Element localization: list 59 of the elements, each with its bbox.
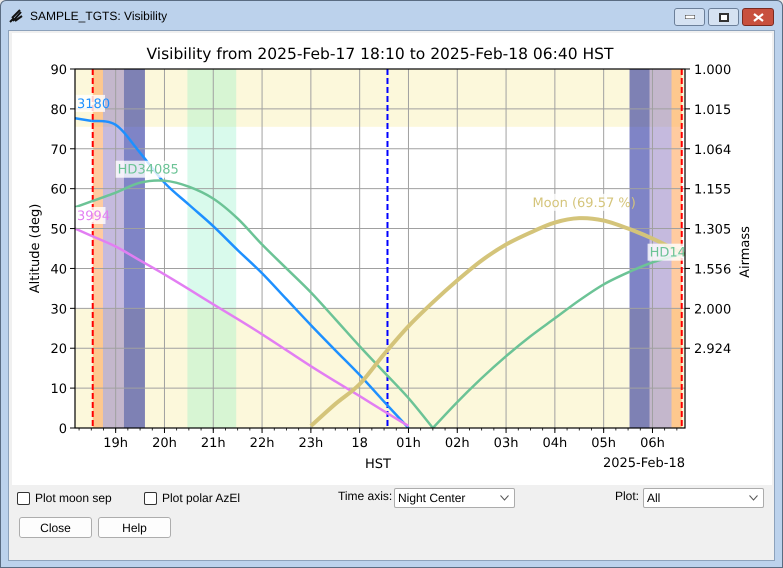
- axis-tick-label: 04h: [542, 436, 568, 451]
- series-label: 3180: [75, 94, 110, 112]
- time-axis-dropdown[interactable]: Night Center: [394, 488, 515, 508]
- restore-icon: [718, 12, 728, 22]
- maximize-button[interactable]: [708, 8, 739, 26]
- axis-tick-label: 23h: [298, 436, 324, 451]
- axis-tick-label: 01h: [396, 436, 421, 451]
- axis-tick-label: 80: [50, 102, 67, 118]
- axis-tick-label: 1.556: [694, 262, 732, 278]
- series-label: HD34085: [116, 160, 179, 178]
- minimize-icon: [684, 15, 694, 19]
- chevron-down-icon: [749, 495, 758, 501]
- axis-tick-label: 20h: [152, 436, 177, 451]
- axis-title: Airmass: [738, 226, 753, 278]
- axis-tick-label: 0: [58, 422, 67, 437]
- dropdown-label: Plot:: [615, 488, 640, 505]
- dropdown-label: Time axis:: [338, 488, 394, 505]
- chart-title: Visibility from 2025-Feb-17 18:10 to 2025-Feb-18 06:40 HST: [146, 45, 614, 63]
- checkbox[interactable]: [144, 492, 157, 504]
- close-icon: [752, 12, 764, 22]
- axis-tick-label: 19h: [103, 436, 128, 451]
- axis-tick-label: 21h: [200, 436, 226, 451]
- axis-tick-label: 30: [50, 302, 67, 318]
- axis-tick-label: 18: [351, 436, 368, 451]
- checkbox-label: Plot moon sep: [35, 490, 112, 507]
- axis-tick-label: 2.924: [694, 342, 732, 358]
- axis-tick-label: 10: [50, 382, 67, 398]
- axis-tick-label: 1.305: [694, 222, 732, 238]
- axis-tick-label: 1.000: [694, 63, 732, 78]
- dialog-button[interactable]: Help: [98, 517, 171, 538]
- checkbox-label: Plot polar AzEl: [162, 490, 240, 507]
- axis-title: HST: [365, 457, 391, 472]
- dialog-button[interactable]: Close: [19, 517, 92, 538]
- axis-tick-label: 06h: [640, 436, 665, 451]
- axis-tick-label: 1.155: [694, 182, 732, 198]
- axis-tick-label: 1.064: [694, 142, 732, 158]
- axis-title: Altitude (deg): [28, 204, 43, 294]
- axis-tick-label: 50: [50, 222, 67, 238]
- axis-tick-label: 22h: [250, 436, 274, 451]
- axis-tick-label: 02h: [444, 436, 470, 451]
- app-icon: [8, 8, 24, 24]
- axis-tick-label: 40: [50, 262, 67, 278]
- axis-tick-label: 03h: [494, 436, 518, 451]
- checkbox[interactable]: [17, 492, 30, 504]
- chevron-down-icon: [500, 495, 509, 501]
- window-title: SAMPLE_TGTS: Visibility: [30, 8, 168, 24]
- close-button[interactable]: [742, 8, 774, 26]
- axis-tick-label: 1.015: [694, 102, 732, 118]
- axis-tick-label: 70: [50, 142, 67, 158]
- axis-tick-label: 2.000: [694, 302, 732, 318]
- series-label: HD14: [648, 244, 686, 261]
- plot-dropdown[interactable]: All: [643, 488, 764, 508]
- series-label: 3994: [75, 207, 110, 224]
- axis-tick-label: 05h: [591, 436, 616, 451]
- minimize-button[interactable]: [674, 8, 705, 26]
- axis-tick-label: 60: [50, 182, 67, 198]
- axis-tick-label: 90: [50, 63, 67, 78]
- axis-tick-label: 20: [50, 342, 67, 358]
- axis-date-label: 2025-Feb-18: [602, 456, 685, 471]
